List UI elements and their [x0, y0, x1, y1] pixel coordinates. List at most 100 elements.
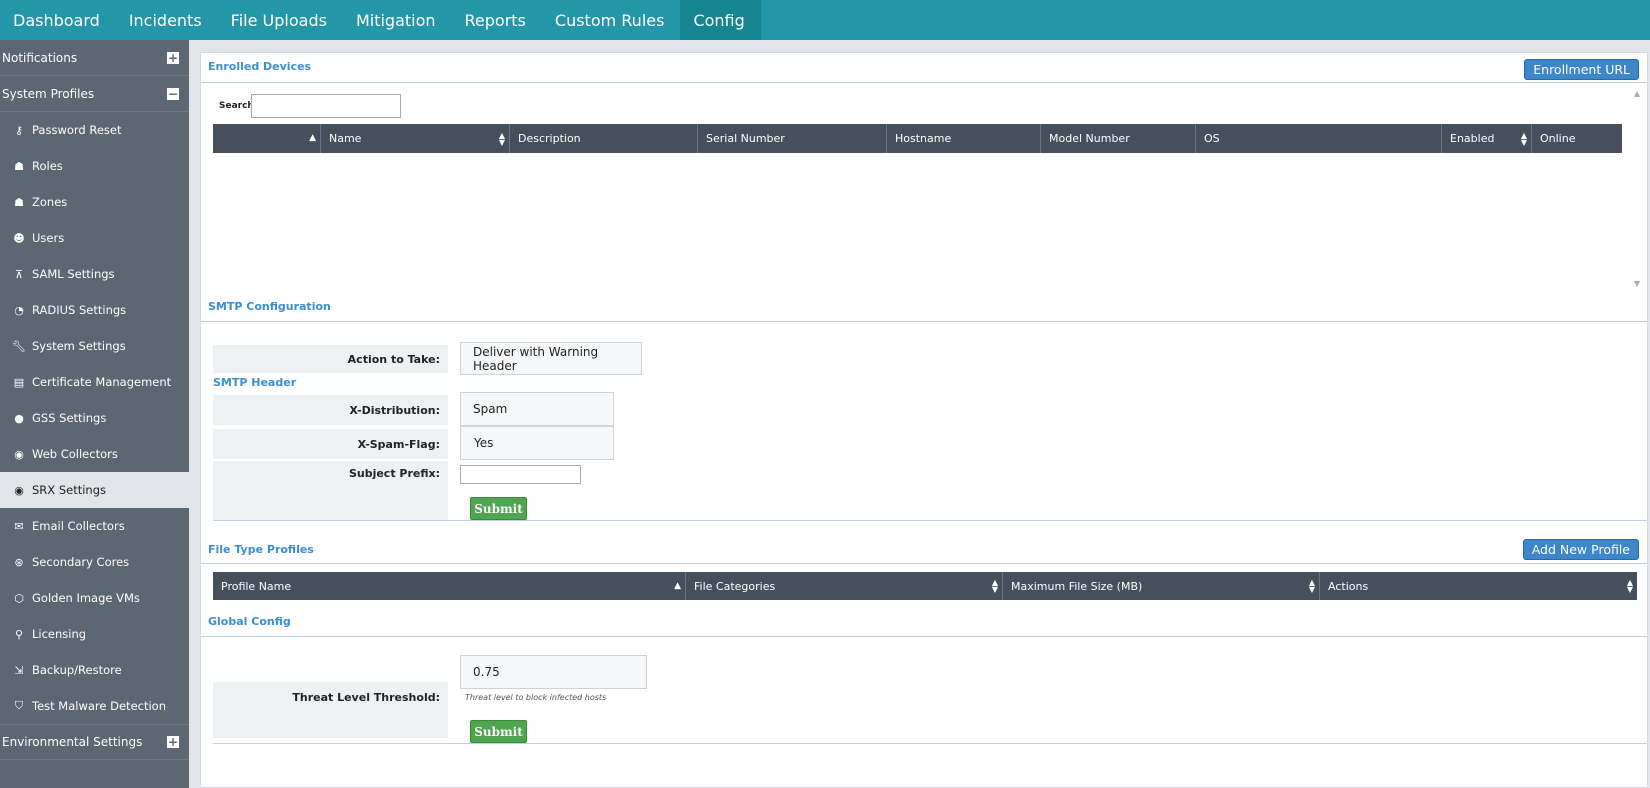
column-header-name[interactable]: Name ▲ ▼ — [321, 124, 510, 153]
sidebar-item-golden-image-vms[interactable]: ⬡ Golden Image VMs — [0, 580, 189, 616]
sidebar-item-zones[interactable]: ☗ Zones — [0, 184, 189, 220]
threat-level-threshold-input[interactable]: 0.75 — [460, 655, 647, 689]
file-type-profiles-title: File Type Profiles — [208, 543, 314, 556]
global-submit-button[interactable]: Submit — [470, 720, 527, 743]
sidebar-item-web-collectors[interactable]: ◉ Web Collectors — [0, 436, 189, 472]
sidebar-item-label: GSS Settings — [32, 411, 107, 425]
sidebar-item-label: Secondary Cores — [32, 555, 130, 569]
divider — [201, 321, 1647, 322]
action-to-take-label: Action to Take: — [213, 345, 448, 373]
sidebar-item-srx-settings[interactable]: ◉ SRX Settings — [0, 472, 189, 508]
column-label: Description — [518, 132, 581, 145]
sidebar-item-users[interactable]: ☻ Users — [0, 220, 189, 256]
subject-prefix-label: Subject Prefix: — [213, 461, 448, 491]
enrolled-devices-title: Enrolled Devices — [208, 60, 312, 73]
sidebar-item-backup-restore[interactable]: ⇲ Backup/Restore — [0, 652, 189, 688]
sidebar-item-label: SAML Settings — [32, 267, 115, 281]
enrolled-devices-table-header: ▲ Name ▲ ▼ Description Serial Number Hostn… — [213, 124, 1622, 153]
sidebar-item-system-settings[interactable]: 🔧︎ System Settings — [0, 328, 189, 364]
sort-icon: ▲ ▼ — [1308, 578, 1315, 594]
sidebar-item-label: Web Collectors — [32, 447, 118, 461]
sidebar-item-test-malware-detection[interactable]: ⛉ Test Malware Detection — [0, 688, 189, 724]
sidebar-item-label: Test Malware Detection — [32, 699, 166, 713]
sidebar-item-gss-settings[interactable]: ● GSS Settings — [0, 400, 189, 436]
column-header-profile-name[interactable]: Profile Name ▲ — [213, 572, 686, 600]
sort-icon: ▲ ▼ — [1626, 578, 1633, 594]
action-to-take-select[interactable]: Deliver with Warning Header — [460, 342, 642, 375]
global-config-title: Global Config — [208, 615, 291, 628]
column-header-description[interactable]: Description — [510, 124, 698, 153]
backup-icon: ⇲ — [14, 663, 24, 677]
column-header-maximum-file-size[interactable]: Maximum File Size (MB) ▲ ▼ — [1003, 572, 1320, 600]
tab-incidents[interactable]: Incidents — [116, 0, 218, 40]
sidebar-item-email-collectors[interactable]: ✉ Email Collectors — [0, 508, 189, 544]
smtp-submit-button[interactable]: Submit — [470, 497, 527, 520]
sidebar-item-label: RADIUS Settings — [32, 303, 127, 317]
column-header-model-number[interactable]: Model Number — [1041, 124, 1196, 153]
sidebar-item-secondary-cores[interactable]: ⊛ Secondary Cores — [0, 544, 189, 580]
sidebar-item-label: Zones — [32, 195, 68, 209]
column-header-online[interactable]: Online — [1532, 124, 1622, 153]
file-type-profiles-table-header: Profile Name ▲ File Categories ▲ ▼ Maximum … — [213, 572, 1637, 600]
column-header-hostname[interactable]: Hostname — [887, 124, 1041, 153]
sidebar-item-label: System Settings — [32, 339, 126, 353]
sort-asc-icon: ▲ — [309, 133, 316, 143]
column-header-file-categories[interactable]: File Categories ▲ ▼ — [686, 572, 1003, 600]
sidebar-item-label: Backup/Restore — [32, 663, 122, 677]
sidebar-item-radius-settings[interactable]: ◔ RADIUS Settings — [0, 292, 189, 328]
sidebar-section-label: Notifications — [2, 50, 78, 65]
sitemap-icon: ⊼ — [14, 267, 24, 281]
sidebar-item-label: Licensing — [32, 627, 87, 641]
sidebar-item-certificate-management[interactable]: ▤ Certificate Management — [0, 364, 189, 400]
add-new-profile-button[interactable]: Add New Profile — [1522, 539, 1639, 560]
sidebar-item-password-reset[interactable]: ⚷ Password Reset — [0, 112, 189, 148]
tab-dashboard[interactable]: Dashboard — [0, 0, 116, 40]
users-icon: ☻ — [13, 231, 25, 245]
expand-icon[interactable]: + — [167, 736, 179, 748]
column-header-actions[interactable]: Actions ▲ ▼ — [1320, 572, 1637, 600]
column-label: Name — [329, 132, 362, 145]
sidebar-section-environmental-settings[interactable]: Environmental Settings + — [0, 724, 189, 760]
shield-icon: ⛉ — [14, 699, 24, 712]
scroll-down-icon[interactable]: ▼ — [1634, 279, 1644, 288]
sidebar-item-saml-settings[interactable]: ⊼ SAML Settings — [0, 256, 189, 292]
expand-icon[interactable]: + — [167, 51, 179, 64]
scroll-up-icon[interactable]: ▲ — [1634, 89, 1644, 98]
column-header-select[interactable]: ▲ — [213, 124, 321, 153]
divider — [213, 743, 1647, 744]
column-header-serial-number[interactable]: Serial Number — [698, 124, 887, 153]
sidebar-section-system-profiles[interactable]: System Profiles − — [0, 76, 189, 112]
top-nav: Dashboard Incidents File Uploads Mitigat… — [0, 0, 1650, 40]
column-header-enabled[interactable]: Enabled ▲ ▼ — [1442, 124, 1532, 153]
envelope-icon: ✉ — [14, 519, 24, 533]
enrollment-url-button[interactable]: Enrollment URL — [1524, 59, 1639, 80]
sidebar-section-notifications[interactable]: Notifications + — [0, 40, 189, 76]
threat-level-hint: Threat level to block infected hosts — [465, 693, 607, 702]
x-distribution-field[interactable]: Spam — [460, 392, 614, 426]
x-spam-flag-field[interactable]: Yes — [460, 426, 614, 460]
divider — [201, 636, 1647, 637]
sidebar: Notifications + System Profiles − ⚷ Passw… — [0, 40, 189, 788]
key-icon: ⚷ — [14, 123, 24, 137]
column-label: File Categories — [694, 579, 776, 593]
tab-config[interactable]: Config — [680, 0, 761, 40]
sort-icon: ▲ ▼ — [1520, 130, 1527, 147]
tab-custom-rules[interactable]: Custom Rules — [542, 0, 681, 40]
search-input[interactable] — [251, 94, 401, 118]
column-header-os[interactable]: OS — [1196, 124, 1442, 153]
column-label: Actions — [1328, 579, 1369, 593]
collapse-icon[interactable]: − — [167, 87, 179, 100]
column-label: Online — [1540, 132, 1576, 145]
sort-asc-icon: ▲ — [674, 580, 681, 591]
main-panel: Enrolled Devices Enrollment URL Search: … — [200, 52, 1648, 788]
tab-mitigation[interactable]: Mitigation — [343, 0, 452, 40]
divider — [201, 563, 1647, 564]
tab-reports[interactable]: Reports — [452, 0, 542, 40]
sidebar-item-label: Roles — [32, 159, 63, 173]
subject-prefix-input[interactable] — [460, 465, 581, 484]
x-distribution-label: X-Distribution: — [213, 395, 448, 425]
radius-icon: ◔ — [14, 303, 24, 317]
tab-file-uploads[interactable]: File Uploads — [218, 0, 343, 40]
sidebar-item-roles[interactable]: ☗ Roles — [0, 148, 189, 184]
sidebar-item-licensing[interactable]: ⚲ Licensing — [0, 616, 189, 652]
